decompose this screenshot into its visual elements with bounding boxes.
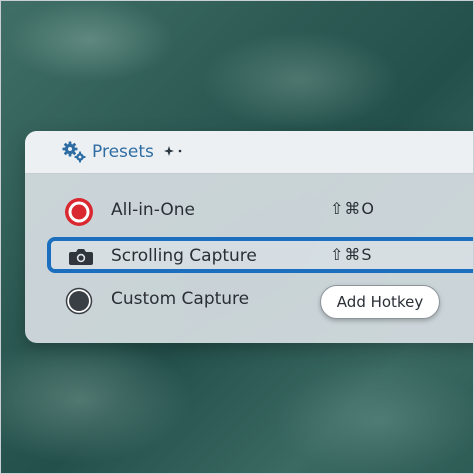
presets-title: Presets (92, 142, 154, 162)
preset-row-scrolling-capture[interactable]: Scrolling Capture ⇧⌘S (47, 237, 474, 273)
dot-icon (65, 287, 93, 315)
preset-label: All-in-One (111, 200, 195, 220)
preset-label: Custom Capture (111, 289, 250, 309)
camera-icon (69, 249, 93, 265)
record-icon (65, 198, 93, 226)
preset-shortcut: ⇧⌘S (330, 245, 373, 264)
preset-label: Scrolling Capture (111, 246, 257, 266)
preset-row-all-in-one[interactable]: All-in-One ⇧⌘O (25, 191, 474, 231)
sparkle-icon (164, 146, 182, 156)
presets-header: Presets (25, 131, 474, 174)
presets-panel: Presets All-in-One ⇧⌘O Scrolling Capture… (25, 131, 474, 343)
preset-shortcut: ⇧⌘O (330, 199, 375, 218)
add-hotkey-button[interactable]: Add Hotkey (320, 285, 440, 319)
gears-icon (62, 141, 86, 163)
